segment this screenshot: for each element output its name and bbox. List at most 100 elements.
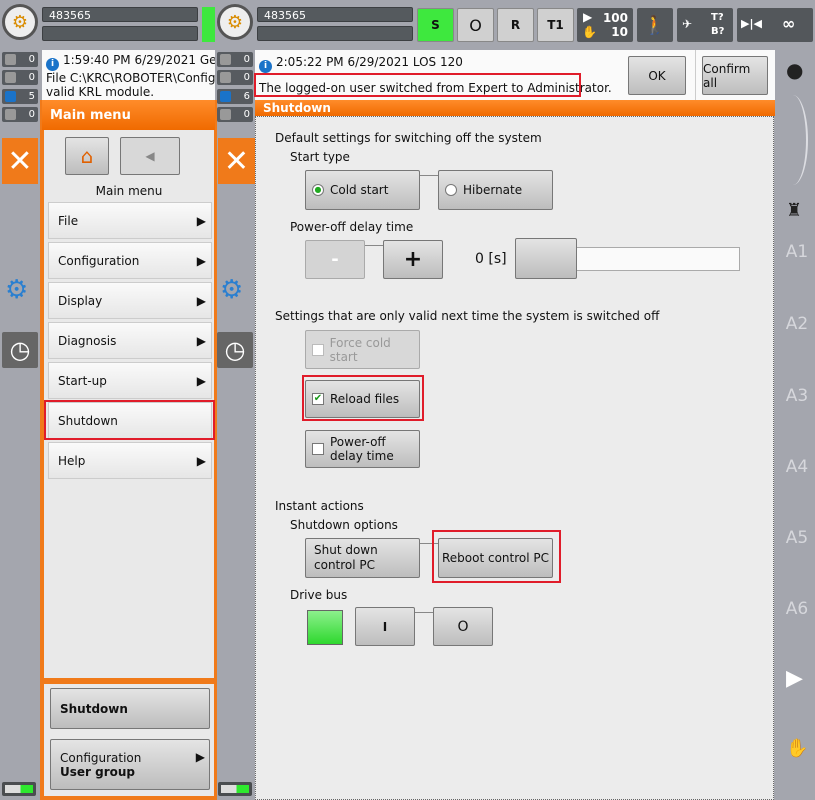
wait-counter[interactable]: 0 xyxy=(2,107,38,122)
radio-unselected-icon xyxy=(445,184,457,196)
menu-item-display[interactable]: Display ▶ xyxy=(48,282,212,319)
info-icon: i xyxy=(259,60,272,73)
home-button[interactable]: ⌂ xyxy=(65,137,109,175)
tool-icon: ✈ xyxy=(682,17,693,31)
increment-icon: ▶|◀ xyxy=(741,17,762,30)
tool-label: T? xyxy=(711,12,724,23)
warning-counter[interactable]: 0 xyxy=(217,70,253,85)
panel-title: Shutdown xyxy=(255,100,775,116)
increment-button[interactable]: ▶|◀ ∞ xyxy=(737,8,813,42)
jog-axis-a6[interactable]: A6 xyxy=(783,599,811,619)
jog-axis-a5[interactable]: A5 xyxy=(783,528,811,548)
info-counter[interactable]: 6 xyxy=(217,89,253,104)
chevron-right-icon: ▶ xyxy=(196,253,206,268)
program-override: 100 xyxy=(602,11,628,25)
jog-axis-a4[interactable]: A4 xyxy=(783,457,811,477)
hand-jog-icon[interactable]: ✋ xyxy=(786,738,808,759)
drive-bus-off-button[interactable]: O xyxy=(433,607,493,646)
highlight-box xyxy=(254,73,581,97)
menu-item-diagnosis[interactable]: Diagnosis ▶ xyxy=(48,322,212,359)
override-button[interactable]: ▶ ✋ 100 10 xyxy=(577,8,633,42)
wait-counter[interactable]: 0 xyxy=(217,107,253,122)
button-label: User group xyxy=(60,764,136,779)
submit-interpreter-button[interactable]: S xyxy=(417,8,454,42)
increase-delay-button[interactable]: + xyxy=(383,240,443,279)
space-mouse-icon[interactable] xyxy=(778,95,808,185)
play-icon: ▶ xyxy=(583,10,593,24)
jog-axis-a1[interactable]: A1 xyxy=(783,242,811,262)
close-icon[interactable]: ✕ xyxy=(2,138,38,184)
hand-icon: ✋ xyxy=(582,25,597,39)
drive-bus-label: Drive bus xyxy=(290,588,348,602)
message-header: 2:05:22 PM 6/29/2021 LOS 120 xyxy=(276,55,463,69)
close-icon[interactable]: ✕ xyxy=(218,138,255,184)
menu-item-file[interactable]: File ▶ xyxy=(48,202,212,239)
confirm-all-button[interactable]: Confirm all xyxy=(702,56,768,95)
gear-icon[interactable]: ⚙ xyxy=(5,275,28,305)
hibernate-radio[interactable]: Hibernate xyxy=(438,170,553,210)
checkbox-icon xyxy=(312,443,324,455)
clock-icon[interactable]: ◷ xyxy=(2,332,38,368)
back-button[interactable]: ◀ xyxy=(120,137,180,175)
decrease-delay-button[interactable]: - xyxy=(305,240,365,279)
kuka-robot-logo-icon[interactable]: ⚙ xyxy=(217,4,253,40)
shutdown-shortcut-button[interactable]: Shutdown xyxy=(50,688,210,729)
ok-button[interactable]: OK xyxy=(628,56,686,95)
start-play-icon[interactable]: ▶ xyxy=(786,666,803,691)
start-type-label: Start type xyxy=(290,150,350,164)
error-counter[interactable]: 0 xyxy=(2,52,38,67)
chevron-right-icon: ▶ xyxy=(196,293,206,308)
base-label: B? xyxy=(711,26,725,37)
power-off-delay-label: Power-off delay time xyxy=(290,220,414,234)
message-window[interactable]: i 1:59:40 PM 6/29/2021 GetH File C:\KRC\R… xyxy=(42,50,215,100)
section-heading: Settings that are only valid next time t… xyxy=(275,309,660,323)
shutdown-options-label: Shutdown options xyxy=(290,518,398,532)
operating-mode-button[interactable]: T1 xyxy=(537,8,574,42)
status-field xyxy=(42,26,198,41)
menu-item-help[interactable]: Help ▶ xyxy=(48,442,212,479)
home-icon: ⌂ xyxy=(80,144,94,168)
kuka-robot-logo-icon[interactable]: ⚙ xyxy=(2,4,38,40)
walking-person-icon[interactable]: 🚶 xyxy=(637,8,673,42)
chevron-right-icon: ▶ xyxy=(196,453,206,468)
message-text: File C:\KRC\ROBOTER\Config\Us xyxy=(46,71,215,85)
gear-icon[interactable]: ⚙ xyxy=(220,275,243,305)
error-counter[interactable]: 0 xyxy=(217,52,253,67)
chevron-right-icon: ▶ xyxy=(195,750,205,764)
menu-item-start-up[interactable]: Start-up ▶ xyxy=(48,362,212,399)
serial-field: 483565 xyxy=(257,7,413,22)
shut-down-pc-button[interactable]: Shut down control PC xyxy=(305,538,420,578)
tool-base-button[interactable]: ✈ T? B? xyxy=(677,8,733,42)
checkbox-icon xyxy=(312,343,324,356)
drive-bus-status xyxy=(307,610,343,645)
jog-axis-a3[interactable]: A3 xyxy=(783,386,811,406)
increment-value: ∞ xyxy=(782,14,796,33)
delay-slider-thumb[interactable] xyxy=(515,238,577,279)
drives-button[interactable]: O xyxy=(457,8,494,42)
warning-counter[interactable]: 0 xyxy=(2,70,38,85)
globe-icon[interactable]: ● xyxy=(786,58,803,82)
user-group-button[interactable]: Configuration User group ▶ xyxy=(50,739,210,790)
chevron-right-icon: ▶ xyxy=(196,213,206,228)
info-counter[interactable]: 5 xyxy=(2,89,38,104)
robot-arm-icon[interactable]: ♜ xyxy=(786,200,802,221)
highlight-box xyxy=(432,530,561,583)
highlight-box xyxy=(44,400,215,440)
robot-interpreter-button[interactable]: R xyxy=(497,8,534,42)
main-menu-title: Main menu xyxy=(42,100,215,130)
back-arrow-icon: ◀ xyxy=(145,149,155,163)
submit-interpreter-status[interactable] xyxy=(202,7,215,42)
info-icon: i xyxy=(46,58,59,71)
message-header: 1:59:40 PM 6/29/2021 GetH xyxy=(63,53,215,67)
clock-icon[interactable]: ◷ xyxy=(217,332,253,368)
force-cold-start-checkbox[interactable]: Force cold start xyxy=(305,330,420,369)
cold-start-radio[interactable]: ● Cold start xyxy=(305,170,420,210)
drive-bus-on-button[interactable]: I xyxy=(355,607,415,646)
battery-icon xyxy=(218,782,252,796)
chevron-right-icon: ▶ xyxy=(196,373,206,388)
jog-axis-a2[interactable]: A2 xyxy=(783,314,811,334)
serial-field: 483565 xyxy=(42,7,198,22)
power-off-delay-checkbox[interactable]: Power-off delay time xyxy=(305,430,420,468)
menu-item-configuration[interactable]: Configuration ▶ xyxy=(48,242,212,279)
section-heading: Default settings for switching off the s… xyxy=(275,131,542,145)
